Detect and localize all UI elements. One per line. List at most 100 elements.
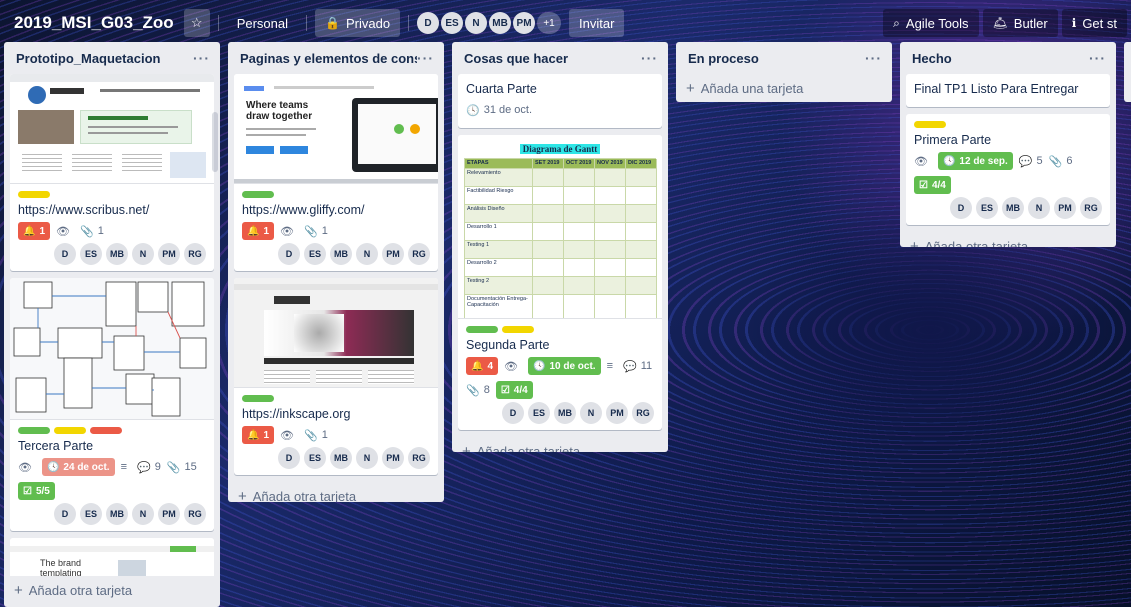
member-avatar[interactable]: D bbox=[54, 243, 76, 265]
member-avatar[interactable]: RG bbox=[184, 503, 206, 525]
gantt-cell bbox=[564, 240, 595, 258]
member-avatar[interactable]: MB bbox=[1002, 197, 1024, 219]
card-badges: 🕓 31 de oct. bbox=[466, 101, 654, 119]
card-members: D ES MB N PM RG bbox=[914, 197, 1102, 219]
due-date-badge[interactable]: 🕓 12 de sep. bbox=[937, 152, 1013, 170]
due-date-badge[interactable]: 🕓 24 de oct. bbox=[41, 458, 115, 476]
info-icon: ℹ bbox=[1071, 16, 1077, 30]
member-avatar[interactable]: ES bbox=[80, 243, 102, 265]
member-avatar[interactable]: ES bbox=[304, 447, 326, 469]
member-avatar[interactable]: ES bbox=[441, 12, 464, 34]
member-avatar[interactable]: ES bbox=[304, 243, 326, 265]
member-avatar[interactable]: MB bbox=[330, 243, 352, 265]
due-date-badge[interactable]: 🕓 10 de oct. bbox=[527, 357, 601, 375]
member-avatar[interactable]: D bbox=[54, 503, 76, 525]
list-header[interactable]: Cosas que hacer ··· bbox=[452, 42, 668, 74]
list-menu-icon[interactable]: ··· bbox=[1089, 50, 1106, 66]
member-avatar[interactable]: MB bbox=[106, 243, 128, 265]
list-header[interactable]: Hecho ··· bbox=[900, 42, 1116, 74]
checkbox-icon: ☑ bbox=[500, 384, 510, 396]
list-menu-icon[interactable]: ··· bbox=[865, 50, 882, 66]
list-header[interactable]: Prototipo_Maquetacion ··· bbox=[4, 42, 220, 74]
gantt-cell bbox=[595, 204, 626, 222]
member-avatar[interactable]: RG bbox=[1080, 197, 1102, 219]
member-avatar[interactable]: ES bbox=[976, 197, 998, 219]
member-avatar[interactable]: RG bbox=[408, 447, 430, 469]
more-members-button[interactable]: +1 bbox=[537, 12, 562, 34]
member-avatar[interactable]: D bbox=[502, 402, 524, 424]
list-scrollbar[interactable] bbox=[212, 112, 218, 172]
member-avatar[interactable]: D bbox=[950, 197, 972, 219]
card[interactable]: Where teams draw together https://www.gl… bbox=[234, 74, 438, 271]
member-avatar[interactable]: RG bbox=[184, 243, 206, 265]
list-title[interactable]: Paginas y elementos de consulta bbox=[240, 51, 417, 66]
list-title[interactable]: Prototipo_Maquetacion bbox=[16, 51, 193, 66]
due-date-badge[interactable]: 🕓 31 de oct. bbox=[466, 101, 532, 119]
board-title[interactable]: 2019_MSI_G03_Zoo bbox=[12, 9, 176, 37]
butler-button[interactable]: 🛎 Butler bbox=[982, 9, 1058, 37]
member-avatar[interactable]: PM bbox=[158, 503, 180, 525]
list-header[interactable]: En proceso ··· bbox=[676, 42, 892, 74]
member-avatar[interactable]: N bbox=[132, 243, 154, 265]
list-title[interactable]: Hecho bbox=[912, 51, 1089, 66]
member-avatar[interactable]: N bbox=[356, 243, 378, 265]
add-card-button[interactable]: + Añada una tarjeta bbox=[676, 74, 892, 102]
member-avatar[interactable]: ES bbox=[528, 402, 550, 424]
list-menu-icon[interactable]: ··· bbox=[193, 50, 210, 66]
gantt-cell bbox=[564, 294, 595, 318]
checklist-badge: ☑ 4/4 bbox=[914, 176, 951, 194]
invite-button[interactable]: Invitar bbox=[569, 9, 625, 37]
list-menu-icon[interactable]: ··· bbox=[417, 50, 434, 66]
visibility-button[interactable]: 🔒 Privado bbox=[315, 9, 401, 37]
add-card-button[interactable]: + Añada otra tarjeta bbox=[4, 576, 220, 604]
member-avatar[interactable]: PM bbox=[606, 402, 628, 424]
card[interactable]: Tercera Parte 👁 🕓 24 de oct. ≡ 💬 9 📎 15 ☑ 5/… bbox=[10, 278, 214, 531]
card[interactable]: https://www.scribus.net/ 🔔 1 👁 📎 1 D ES MB… bbox=[10, 74, 214, 271]
agile-tools-button[interactable]: ⌕ Agile Tools bbox=[883, 9, 979, 37]
member-avatar[interactable]: PM bbox=[513, 12, 536, 34]
card[interactable]: Final TP1 Listo Para Entregar bbox=[906, 74, 1110, 107]
member-avatar[interactable]: RG bbox=[408, 243, 430, 265]
member-avatar[interactable]: MB bbox=[489, 12, 512, 34]
member-avatar[interactable]: N bbox=[132, 503, 154, 525]
list-title[interactable]: Cosas que hacer bbox=[464, 51, 641, 66]
member-avatar[interactable]: MB bbox=[554, 402, 576, 424]
team-button[interactable]: Personal bbox=[227, 9, 298, 37]
list-menu-icon[interactable]: ··· bbox=[641, 50, 658, 66]
add-card-button[interactable]: + Añada otra tarjeta bbox=[228, 482, 444, 503]
member-avatar[interactable]: PM bbox=[382, 447, 404, 469]
member-avatar[interactable]: D bbox=[278, 447, 300, 469]
card[interactable]: https://inkscape.org 🔔 1 👁 📎 1 D ES MB N P… bbox=[234, 278, 438, 475]
member-avatar[interactable]: N bbox=[465, 12, 488, 34]
member-avatar[interactable]: N bbox=[356, 447, 378, 469]
list-title[interactable]: En proceso bbox=[688, 51, 865, 66]
member-avatar[interactable]: PM bbox=[382, 243, 404, 265]
gantt-cell bbox=[533, 294, 564, 318]
star-button[interactable]: ☆ bbox=[183, 9, 210, 37]
member-avatar[interactable]: N bbox=[580, 402, 602, 424]
add-card-button[interactable]: + Añada otra tarjeta bbox=[452, 437, 668, 453]
watch-badge: 👁 bbox=[914, 152, 932, 170]
get-started-button[interactable]: ℹ Get st bbox=[1061, 9, 1127, 37]
header-divider bbox=[306, 15, 308, 31]
add-card-button[interactable]: + Añada otra tarjeta bbox=[900, 232, 1116, 248]
clock-icon: 🕓 bbox=[942, 155, 956, 167]
member-avatar[interactable]: D bbox=[417, 12, 440, 34]
member-avatar[interactable]: D bbox=[278, 243, 300, 265]
member-avatar[interactable]: MB bbox=[106, 503, 128, 525]
comment-icon: 💬 bbox=[623, 360, 637, 373]
member-avatar[interactable]: N bbox=[1028, 197, 1050, 219]
member-avatar[interactable]: MB bbox=[330, 447, 352, 469]
card-labels bbox=[18, 191, 206, 198]
card[interactable]: Diagrama de Gantt ETAPAS SET 2019 OCT 2019… bbox=[458, 135, 662, 430]
member-avatar[interactable]: RG bbox=[632, 402, 654, 424]
member-avatar[interactable]: ES bbox=[80, 503, 102, 525]
card[interactable]: Primera Parte 👁 🕓 12 de sep. 💬 5 📎 6 ☑ 4/4 D… bbox=[906, 114, 1110, 225]
member-avatar[interactable]: PM bbox=[1054, 197, 1076, 219]
member-avatar[interactable]: PM bbox=[158, 243, 180, 265]
paperclip-icon: 📎 bbox=[1048, 155, 1063, 168]
eye-icon: 👁 bbox=[280, 225, 294, 238]
card[interactable]: The brand templating platform for bbox=[10, 538, 214, 576]
card[interactable]: Cuarta Parte 🕓 31 de oct. bbox=[458, 74, 662, 128]
list-header[interactable]: Paginas y elementos de consulta ··· bbox=[228, 42, 444, 74]
